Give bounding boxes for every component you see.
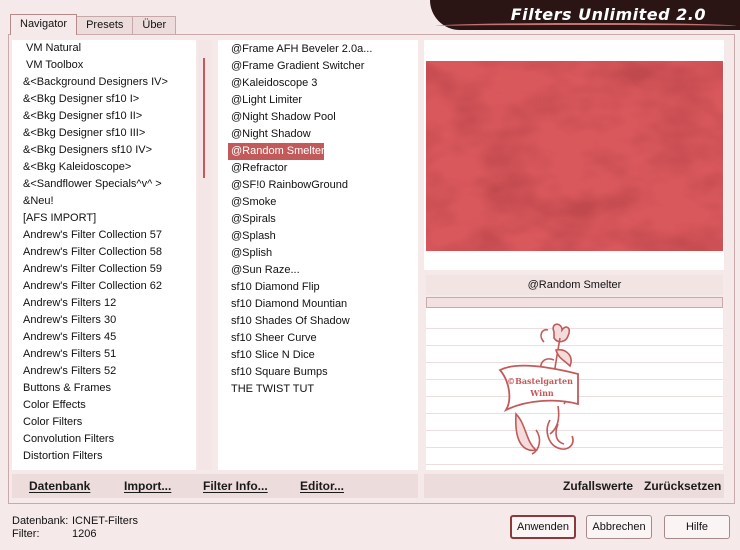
- app-title: Filters Unlimited 2.0: [510, 5, 706, 24]
- selected-filter-name: @Random Smelter: [426, 275, 723, 295]
- list-item[interactable]: VM Toolbox: [12, 57, 196, 74]
- parameter-slot: [426, 297, 723, 308]
- preview-image: [426, 61, 723, 251]
- list-item[interactable]: sf10 Shades Of Shadow: [218, 313, 418, 330]
- list-item[interactable]: Convolution Filters: [12, 431, 196, 448]
- list-item[interactable]: @Light Limiter: [218, 92, 418, 109]
- filter-list[interactable]: @Frame AFH Beveler 2.0a... @Frame Gradie…: [218, 40, 418, 470]
- list-item[interactable]: sf10 Slice N Dice: [218, 347, 418, 364]
- list-item[interactable]: Andrew's Filter Collection 57: [12, 227, 196, 244]
- list-item[interactable]: &<Bkg Designer sf10 III>: [12, 125, 196, 142]
- list-item[interactable]: Andrew's Filter Collection 59: [12, 261, 196, 278]
- list-item[interactable]: sf10 Diamond Mountian: [218, 296, 418, 313]
- list-item[interactable]: &<Sandflower Specials^v^ >: [12, 176, 196, 193]
- category-scrollbar[interactable]: [198, 40, 212, 470]
- editor-button[interactable]: Editor...: [300, 479, 344, 493]
- logo-text-line2: Winn: [529, 388, 554, 398]
- list-item[interactable]: @Frame Gradient Switcher: [218, 58, 418, 75]
- list-item[interactable]: Andrew's Filter Collection 58: [12, 244, 196, 261]
- filter-count-value: 1206: [72, 528, 97, 540]
- tab-bar: Navigator Presets Über: [10, 14, 177, 35]
- list-item[interactable]: @Spirals: [218, 211, 418, 228]
- list-item[interactable]: @Splish: [218, 245, 418, 262]
- list-item[interactable]: Color Filters: [12, 414, 196, 431]
- tab-navigator[interactable]: Navigator: [10, 14, 78, 35]
- list-item[interactable]: Andrew's Filters 51: [12, 346, 196, 363]
- tab-presets[interactable]: Presets: [76, 16, 134, 35]
- list-item[interactable]: @Refractor: [218, 160, 418, 177]
- filter-info-button[interactable]: Filter Info...: [203, 479, 268, 493]
- reset-button[interactable]: Zurücksetzen: [644, 479, 721, 493]
- list-item[interactable]: &<Bkg Designer sf10 I>: [12, 91, 196, 108]
- list-item[interactable]: &<Bkg Kaleidoscope>: [12, 159, 196, 176]
- list-item[interactable]: &<Bkg Designer sf10 II>: [12, 108, 196, 125]
- list-item[interactable]: Color Effects: [12, 397, 196, 414]
- list-item[interactable]: [AFS IMPORT]: [12, 210, 196, 227]
- tab-about[interactable]: Über: [132, 16, 177, 35]
- list-item[interactable]: Andrew's Filters 45: [12, 329, 196, 346]
- list-item[interactable]: sf10 Sheer Curve: [218, 330, 418, 347]
- list-item[interactable]: VM Natural: [12, 40, 196, 57]
- scrollbar-thumb[interactable]: [203, 58, 205, 178]
- list-item[interactable]: Andrew's Filter Collection 62: [12, 278, 196, 295]
- database-value: ICNET-Filters: [72, 515, 138, 527]
- category-list[interactable]: VM Natural VM Toolbox &<Background Desig…: [12, 40, 196, 470]
- list-item[interactable]: &Neu!: [12, 193, 196, 210]
- help-button[interactable]: Hilfe: [664, 515, 730, 539]
- logo-text-line1: ©Bastelgarten: [507, 376, 573, 386]
- list-item[interactable]: THE TWIST TUT: [218, 381, 418, 398]
- list-item[interactable]: Andrew's Filters 52: [12, 363, 196, 380]
- list-item-selected[interactable]: @Random Smelter: [228, 143, 325, 160]
- list-item[interactable]: @SF!0 RainbowGround: [218, 177, 418, 194]
- list-item[interactable]: &<Bkg Designers sf10 IV>: [12, 142, 196, 159]
- list-item[interactable]: @Splash: [218, 228, 418, 245]
- tulip-logo: ©Bastelgarten Winn: [496, 320, 586, 460]
- divider: [426, 464, 723, 465]
- filter-count-label: Filter:: [12, 528, 40, 540]
- list-item[interactable]: @Kaleidoscope 3: [218, 75, 418, 92]
- list-item[interactable]: sf10 Square Bumps: [218, 364, 418, 381]
- filters-unlimited-window: Filters Unlimited 2.0 Navigator Presets …: [0, 0, 740, 550]
- import-button[interactable]: Import...: [124, 479, 171, 493]
- list-item[interactable]: sf10 Diamond Flip: [218, 279, 418, 296]
- list-item[interactable]: @Night Shadow: [218, 126, 418, 143]
- database-label: Datenbank:: [12, 515, 69, 527]
- database-button[interactable]: Datenbank: [29, 479, 90, 493]
- list-item[interactable]: Andrew's Filters 12: [12, 295, 196, 312]
- list-item[interactable]: @Frame AFH Beveler 2.0a...: [218, 41, 418, 58]
- preview-action-bar: Zufallswerte Zurücksetzen: [424, 474, 724, 498]
- list-item[interactable]: &<Background Designers IV>: [12, 74, 196, 91]
- action-bar: Datenbank Import... Filter Info... Edito…: [12, 474, 418, 498]
- random-values-button[interactable]: Zufallswerte: [563, 479, 633, 493]
- title-banner: Filters Unlimited 2.0: [430, 0, 740, 30]
- list-item[interactable]: Andrew's Filters 30: [12, 312, 196, 329]
- cancel-button[interactable]: Abbrechen: [586, 515, 652, 539]
- list-item[interactable]: Buttons & Frames: [12, 380, 196, 397]
- list-item[interactable]: @Smoke: [218, 194, 418, 211]
- list-item[interactable]: @Night Shadow Pool: [218, 109, 418, 126]
- apply-button[interactable]: Anwenden: [510, 515, 576, 539]
- list-item[interactable]: Distortion Filters: [12, 448, 196, 465]
- list-item[interactable]: @Sun Raze...: [218, 262, 418, 279]
- status-area: Datenbank: ICNET-Filters Filter: 1206: [12, 515, 138, 541]
